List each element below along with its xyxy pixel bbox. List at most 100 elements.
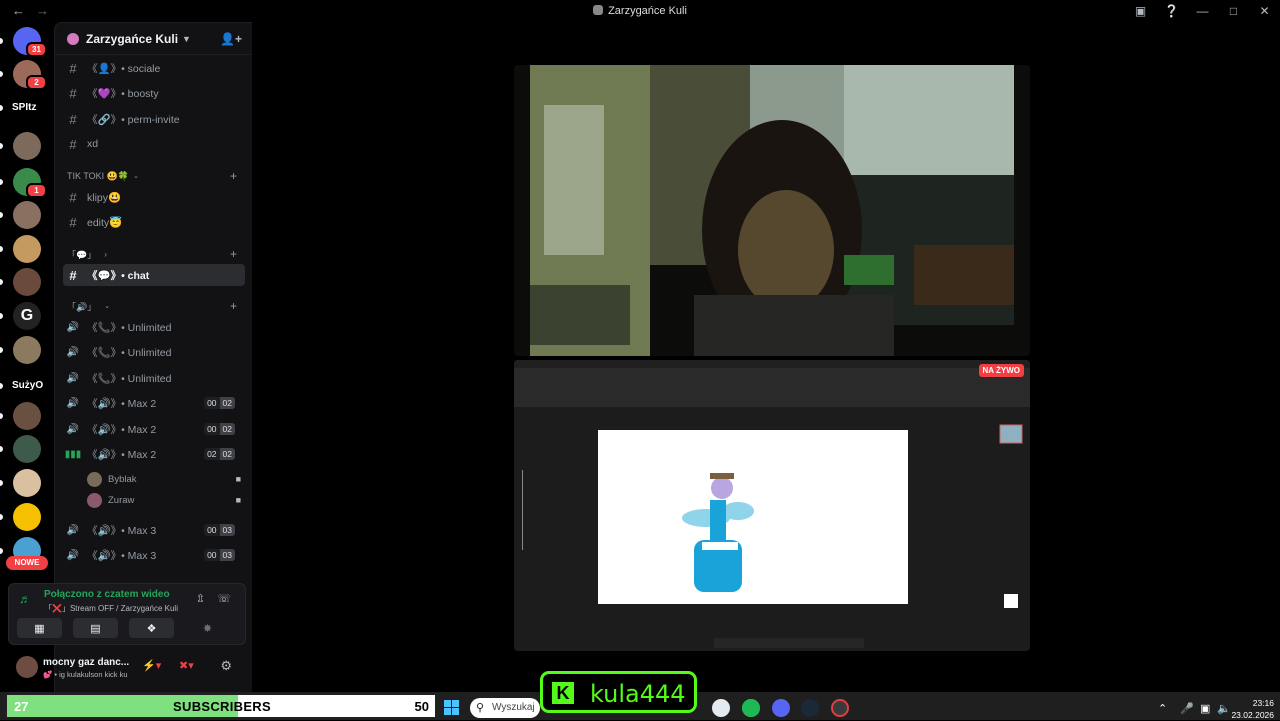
server-8-icon[interactable] xyxy=(13,268,41,296)
unread-pip xyxy=(0,313,3,319)
unread-pip xyxy=(0,480,3,486)
server-small-icon xyxy=(593,5,604,15)
channel-chat[interactable]: # 《💬》• chat xyxy=(63,264,245,286)
add-channel-icon[interactable]: + xyxy=(230,299,237,313)
voice-channel[interactable]: 🔊 《🔊》• Max 3 00 03 xyxy=(63,544,245,566)
server-text-icon[interactable]: SPItz xyxy=(12,102,36,113)
channel-edity[interactable]: # edity😇 xyxy=(63,211,245,233)
unread-pip xyxy=(0,548,3,554)
server-g-icon[interactable]: G xyxy=(13,302,41,330)
video-call-area: NA ŻYWO xyxy=(252,22,1280,692)
clock-time: 23:16 xyxy=(1252,698,1274,708)
add-channel-icon[interactable]: + xyxy=(230,169,237,183)
server-15-icon[interactable] xyxy=(13,503,41,531)
server-4-icon[interactable] xyxy=(13,132,41,160)
speaker-icon: 🔊 xyxy=(66,397,80,409)
channel-xd[interactable]: # xd xyxy=(63,133,245,155)
webcam-video xyxy=(514,65,1030,356)
speaker-icon: 🔊 xyxy=(66,524,80,536)
unread-pip xyxy=(0,246,3,252)
headphones-deafened-icon[interactable]: ✖▾ xyxy=(179,659,194,672)
tray-chevron-icon[interactable]: ⌃ xyxy=(1158,702,1167,715)
obs-icon[interactable] xyxy=(831,699,849,717)
noise-suppression-icon[interactable]: ⇫ xyxy=(196,592,205,605)
taskbar-clock[interactable]: 23:16 23.02.2026 xyxy=(1231,697,1274,721)
voice-channel[interactable]: 🔊 《🔊》• Max 2 00 02 xyxy=(63,392,245,414)
unread-pip xyxy=(0,383,3,389)
category-tiktoki[interactable]: TIK TOKI 😃🍀 ⌄ + xyxy=(67,168,245,184)
user-limit-badge: 00 03 xyxy=(204,524,235,536)
new-servers-badge: NOWE xyxy=(6,556,48,570)
voice-active-icon: ▮▮▮ xyxy=(64,448,82,460)
voice-channel[interactable]: 🔊 《📞》• Unlimited xyxy=(63,341,245,363)
subscriber-goal-bar: 27 SUBSCRIBERS 50 xyxy=(6,694,436,718)
server-text-icon[interactable]: SużyO xyxy=(12,380,43,391)
voice-connected-label[interactable]: Połączono z czatem wideo xyxy=(44,589,170,600)
category-voice[interactable]: 「🔊」 ⌄ + xyxy=(67,298,245,314)
microphone-icon[interactable]: 🎤 xyxy=(1180,702,1194,715)
screen-share-button[interactable]: ▤ xyxy=(73,618,118,638)
server-14-icon[interactable] xyxy=(13,469,41,497)
volume-icon[interactable]: 🔈 xyxy=(1217,702,1231,715)
gear-icon[interactable]: ⚙ xyxy=(220,658,232,674)
minimize-button[interactable]: — xyxy=(1187,4,1218,18)
server-7-icon[interactable] xyxy=(13,235,41,263)
network-icon[interactable]: ▣ xyxy=(1200,702,1210,715)
steam-icon[interactable] xyxy=(801,699,819,717)
close-button[interactable]: ✕ xyxy=(1249,4,1280,18)
server-12-icon[interactable] xyxy=(13,402,41,430)
maximize-button[interactable]: □ xyxy=(1218,4,1249,18)
channel-perm-invite[interactable]: # 《🔗》• perm-invite xyxy=(63,108,245,130)
inbox-icon[interactable]: ▣ xyxy=(1125,4,1156,18)
start-icon[interactable] xyxy=(444,700,460,716)
server-6-icon[interactable] xyxy=(13,201,41,229)
server-header[interactable]: Zarzygańce Kuli ▼ 👤+ xyxy=(55,23,252,55)
connection-signal-icon[interactable]: ♬ xyxy=(19,592,37,610)
unread-pip xyxy=(0,446,3,452)
avatar xyxy=(87,471,102,487)
unread-pip xyxy=(0,105,3,111)
soundboard-button[interactable]: ✸ xyxy=(185,618,230,638)
voice-member[interactable]: Zuraw ■ xyxy=(87,490,245,510)
server-icon xyxy=(67,32,79,45)
search-icon: ⚲ xyxy=(476,702,485,714)
voice-channel[interactable]: 🔊 《🔊》• Max 3 00 03 xyxy=(63,519,245,541)
mic-muted-icon[interactable]: ⚡▾ xyxy=(142,659,161,672)
unread-pip xyxy=(0,143,3,149)
speaker-icon: 🔊 xyxy=(66,321,80,333)
taskbar-search[interactable]: ⚲ Wyszukaj xyxy=(470,698,540,718)
voice-channel[interactable]: 🔊 《🔊》• Max 2 00 02 xyxy=(63,418,245,440)
channel-boosty[interactable]: # 《💜》• boosty xyxy=(63,82,245,104)
server-13-icon[interactable] xyxy=(13,435,41,463)
voice-channel[interactable]: 🔊 《📞》• Unlimited xyxy=(63,367,245,389)
activities-button[interactable]: ❖ xyxy=(129,618,174,638)
screen-share-tile[interactable]: NA ŻYWO xyxy=(514,360,1030,651)
back-arrow-icon[interactable]: ← xyxy=(12,3,25,18)
add-channel-icon[interactable]: + xyxy=(230,247,237,261)
camera-off-button[interactable]: ▦ xyxy=(17,618,62,638)
voice-channel-path: 「❌」Stream OFF / Zarzygańce Kuli xyxy=(44,604,178,613)
help-icon[interactable]: ❔ xyxy=(1156,4,1187,18)
screen-share-video xyxy=(514,360,1030,651)
avatar[interactable] xyxy=(16,656,38,678)
username[interactable]: mocny gaz danc... xyxy=(43,657,129,668)
channel-sociale[interactable]: # 《👤》• sociale xyxy=(63,57,245,79)
webcam-tile[interactable] xyxy=(514,65,1030,356)
user-limit-badge: 00 02 xyxy=(204,397,235,409)
category-chat[interactable]: 「💬」 › + xyxy=(67,246,245,262)
explorer-app-icon[interactable] xyxy=(712,699,730,717)
channel-klipy[interactable]: # klipy😃 xyxy=(63,186,245,208)
voice-member[interactable]: Byblak ■ xyxy=(87,469,245,489)
hash-icon: # xyxy=(69,111,77,127)
camera-icon: ■ xyxy=(235,474,241,484)
disconnect-icon[interactable]: ☏ xyxy=(217,592,231,605)
unread-pip xyxy=(0,212,3,218)
discord-icon[interactable] xyxy=(772,699,790,717)
forward-arrow-icon[interactable]: → xyxy=(36,3,49,18)
invite-people-icon[interactable]: 👤+ xyxy=(220,32,242,46)
voice-channel-connected[interactable]: ▮▮▮ 《🔊》• Max 2 02 02 xyxy=(63,443,245,465)
kick-username: kula444 xyxy=(590,680,686,708)
voice-channel[interactable]: 🔊 《📞》• Unlimited xyxy=(63,316,245,338)
chevron-down-icon: ⌄ xyxy=(133,173,139,180)
server-10-icon[interactable] xyxy=(13,336,41,364)
